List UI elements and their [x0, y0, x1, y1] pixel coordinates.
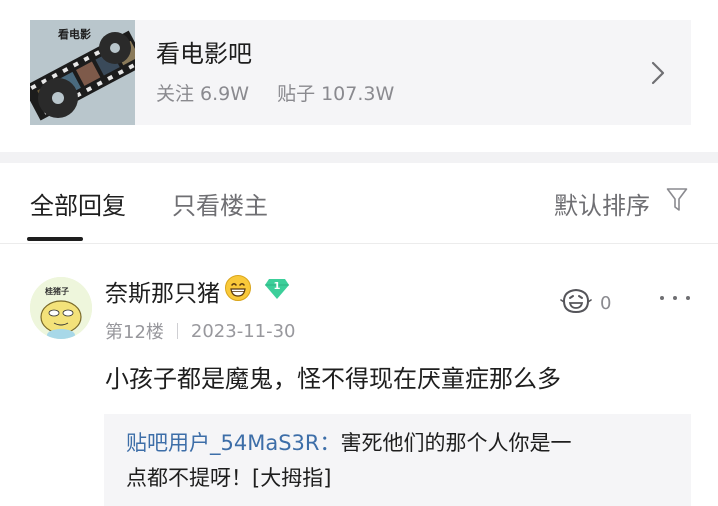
- sort-selector[interactable]: 默认排序: [554, 163, 688, 243]
- like-button[interactable]: 0: [560, 286, 611, 321]
- active-tab-indicator: [27, 237, 83, 241]
- forum-card[interactable]: 看电影 看电影吧 关注 6.9W 贴子 107.3W: [30, 20, 691, 125]
- section-divider: [0, 152, 718, 163]
- follow-stat: 关注 6.9W: [156, 83, 249, 105]
- post-meta: 第12楼 2023-11-30: [105, 318, 296, 344]
- filter-icon: [666, 187, 688, 219]
- sub-reply-line: 贴吧用户_54MaS3R：害死他们的那个人你是一: [126, 426, 669, 461]
- sub-reply-text-2: 点都不提呀！[大拇指]: [126, 466, 332, 490]
- post-content: 小孩子都是魔鬼，怪不得现在厌童症那么多: [105, 365, 561, 393]
- forum-stats: 关注 6.9W 贴子 107.3W: [156, 79, 643, 106]
- grin-emoji-icon: [224, 274, 252, 308]
- avatar-caption: 桂猪子: [45, 287, 69, 296]
- floor-number: 第12楼: [105, 322, 164, 343]
- forum-name: 看电影吧: [156, 40, 252, 68]
- reply-post: 桂猪子 奈斯那只猪 1 第12楼 2023-11-30 0 小孩子都是魔鬼，怪不…: [0, 244, 718, 506]
- forum-thumbnail: 看电影: [30, 20, 135, 125]
- svg-text:1: 1: [274, 281, 281, 292]
- follow-count: 6.9W: [200, 83, 250, 105]
- diamond-badge-icon[interactable]: 1: [264, 275, 290, 307]
- meta-divider: [176, 323, 178, 339]
- chevron-right-icon[interactable]: [643, 58, 673, 88]
- posts-stat: 贴子 107.3W: [277, 83, 394, 105]
- sub-reply-text-1: 害死他们的那个人你是一: [340, 431, 572, 455]
- follow-label: 关注: [156, 83, 195, 105]
- forum-thumbnail-text: 看电影: [58, 28, 91, 41]
- reply-tabs: 全部回复 只看楼主 默认排序: [0, 163, 718, 244]
- sub-reply-user[interactable]: 贴吧用户_54MaS3R：: [126, 431, 341, 455]
- post-date: 2023-11-30: [190, 320, 296, 342]
- posts-label: 贴子: [277, 83, 316, 105]
- tab-op-only[interactable]: 只看楼主: [172, 163, 268, 243]
- tab-all-replies[interactable]: 全部回复: [30, 163, 126, 243]
- avatar[interactable]: 桂猪子: [30, 277, 92, 339]
- sub-reply[interactable]: 贴吧用户_54MaS3R：害死他们的那个人你是一 点都不提呀！[大拇指]: [104, 414, 691, 506]
- username[interactable]: 奈斯那只猪: [105, 274, 220, 308]
- more-icon[interactable]: [660, 294, 690, 302]
- forum-info: 看电影吧 关注 6.9W 贴子 107.3W: [156, 39, 643, 106]
- forum-header: 看电影 看电影吧 关注 6.9W 贴子 107.3W: [0, 0, 718, 152]
- username-row: 奈斯那只猪 1: [105, 274, 290, 308]
- posts-count: 107.3W: [321, 83, 395, 105]
- sort-label: 默认排序: [554, 191, 650, 220]
- like-icon: [560, 286, 592, 321]
- like-count: 0: [600, 293, 612, 314]
